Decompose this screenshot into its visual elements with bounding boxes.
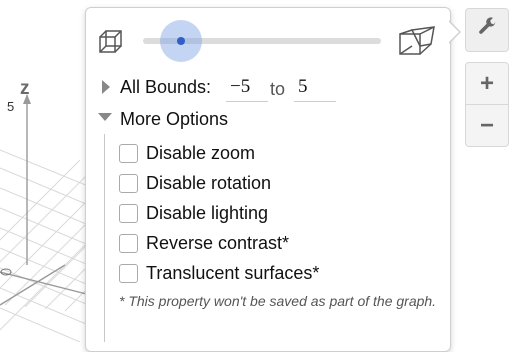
zoom-in-button[interactable]: +: [465, 62, 509, 105]
option-label: Translucent surfaces*: [146, 262, 320, 283]
wrench-icon: [476, 16, 498, 44]
option-label: Disable zoom: [146, 142, 256, 163]
bounds-expand-icon[interactable]: [102, 80, 110, 94]
more-options-collapse-icon[interactable]: [98, 113, 112, 121]
option-reverse-contrast[interactable]: Reverse contrast*: [119, 231, 289, 255]
all-bounds-label: All Bounds:: [120, 77, 212, 97]
option-label: Disable lighting: [146, 202, 269, 223]
bound-max-input[interactable]: 5: [294, 76, 336, 102]
option-label: Reverse contrast*: [146, 232, 290, 253]
checkbox[interactable]: [119, 143, 138, 163]
perspective-cube-icon[interactable]: [398, 24, 438, 63]
graph-settings-button[interactable]: [465, 8, 509, 52]
option-label: Disable rotation: [146, 172, 272, 193]
bound-to-label: to: [270, 79, 286, 99]
checkbox[interactable]: [119, 263, 138, 283]
z-axis-label: z: [20, 78, 30, 99]
option-disable-rotation[interactable]: Disable rotation: [119, 171, 271, 195]
bound-min-input[interactable]: −5: [226, 76, 268, 102]
options-indent-line: [104, 134, 105, 342]
orthographic-cube-icon[interactable]: [96, 27, 126, 62]
more-options-label[interactable]: More Options: [120, 109, 228, 130]
z-tick-label: 5: [7, 99, 15, 114]
save-note: * This property won't be saved as part o…: [119, 293, 437, 309]
projection-slider-handle[interactable]: [177, 37, 185, 45]
checkbox[interactable]: [119, 233, 138, 253]
option-translucent-surfaces[interactable]: Translucent surfaces*: [119, 261, 319, 285]
checkbox[interactable]: [119, 173, 138, 193]
option-disable-zoom[interactable]: Disable zoom: [119, 141, 255, 165]
checkbox[interactable]: [119, 203, 138, 223]
zoom-out-button[interactable]: −: [465, 104, 509, 147]
option-disable-lighting[interactable]: Disable lighting: [119, 201, 268, 225]
